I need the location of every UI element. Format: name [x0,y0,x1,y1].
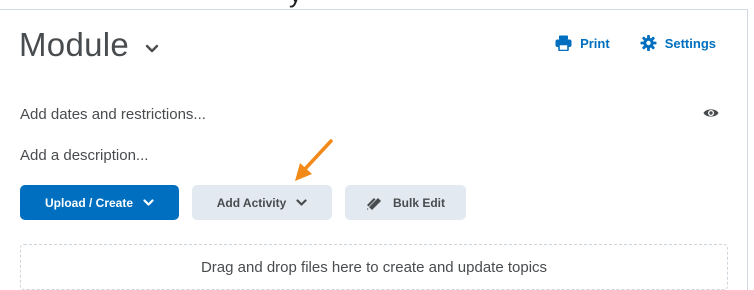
module-title: Module [19,26,130,63]
gear-icon [640,35,657,51]
upload-create-label: Upload / Create [44,195,134,210]
printer-icon [555,35,572,51]
upload-create-button[interactable]: Upload / Create [20,185,179,220]
add-dates-restrictions-link[interactable]: Add dates and restrictions... [20,106,206,123]
cropped-glyph: y [289,0,302,9]
dropzone-text: Drag and drop files here to create and u… [200,258,548,276]
add-activity-button[interactable]: Add Activity [192,185,332,220]
add-activity-label: Add Activity [216,195,287,210]
print-label: Print [580,35,610,51]
chevron-down-icon [296,199,307,206]
header-actions: Print Settings [555,35,716,51]
settings-label: Settings [664,35,716,51]
bulk-edit-label: Bulk Edit [392,195,445,210]
pencil-icon [366,198,381,210]
chevron-down-icon [143,199,154,206]
print-button[interactable]: Print [555,35,610,51]
bulk-edit-button[interactable]: Bulk Edit [345,185,466,220]
eye-icon[interactable] [703,107,719,119]
settings-button[interactable]: Settings [640,35,716,51]
chevron-down-icon [145,44,159,53]
annotation-arrow [295,139,333,181]
add-description-link[interactable]: Add a description... [20,147,148,164]
module-title-dropdown[interactable]: Module [19,26,159,64]
file-dropzone[interactable]: Drag and drop files here to create and u… [20,244,728,290]
